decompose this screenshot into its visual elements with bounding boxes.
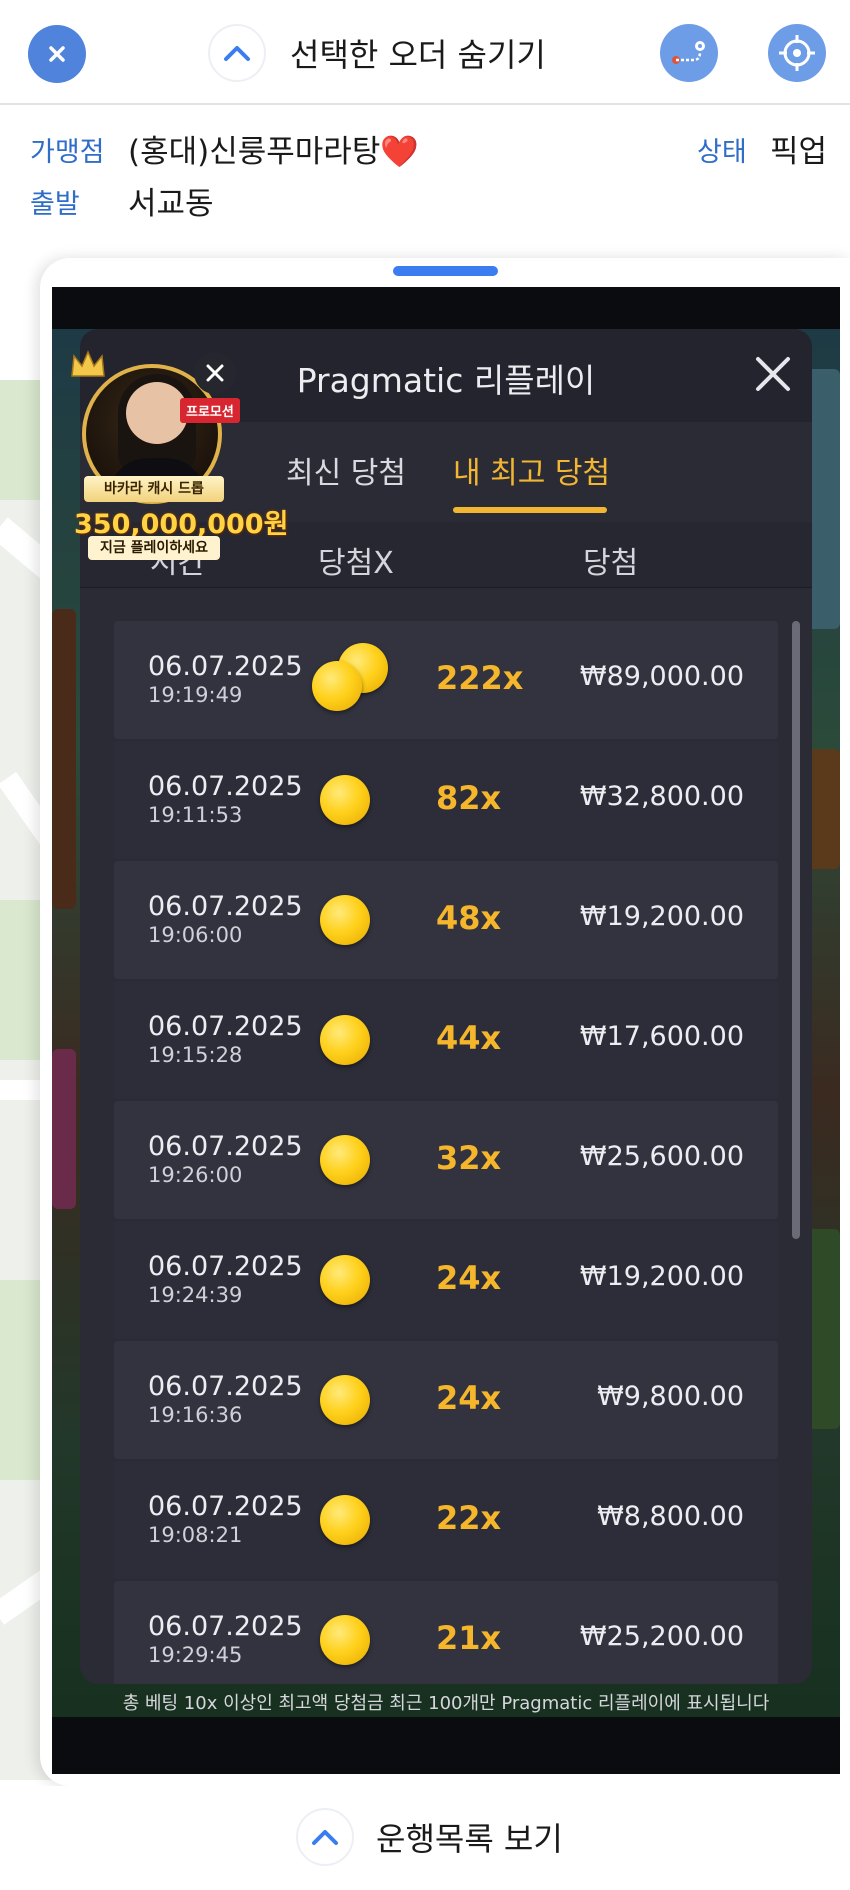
row-multiplier: 24x <box>436 1259 502 1297</box>
promo-badge[interactable]: 프로모션 바카라 캐시 드롭 350,000,000원 지금 플레이하세요 <box>70 350 288 562</box>
sheet-drag-handle[interactable] <box>393 266 498 276</box>
close-icon <box>49 46 65 62</box>
row-date: 06.07.2025 <box>148 1131 303 1162</box>
active-tab-indicator <box>453 507 607 513</box>
table-row[interactable]: 06.07.2025 19:19:49 222x ₩89,000.00 <box>114 621 778 739</box>
close-icon <box>206 364 224 382</box>
route-button[interactable] <box>660 24 718 82</box>
row-time: 19:24:39 <box>148 1283 243 1307</box>
coin-icon <box>320 1135 370 1185</box>
column-win: 당첨 <box>583 546 639 581</box>
replay-footnote: 총 베팅 10x 이상인 최고액 당첨금 최근 100개만 Pragmatic … <box>122 1693 770 1714</box>
table-row[interactable]: 06.07.2025 19:29:45 21x ₩25,200.00 <box>114 1581 778 1684</box>
row-amount: ₩89,000.00 <box>579 661 744 692</box>
depart-label: 출발 <box>30 189 80 220</box>
promo-title: 바카라 캐시 드롭 <box>84 476 224 502</box>
tab-my-best-wins[interactable]: 내 최고 당첨 <box>453 448 610 492</box>
row-multiplier: 222x <box>436 659 524 697</box>
table-row[interactable]: 06.07.2025 19:26:00 32x ₩25,600.00 <box>114 1101 778 1219</box>
column-multiplier: 당첨X <box>318 546 394 581</box>
crosshair-icon <box>779 35 815 71</box>
table-row[interactable]: 06.07.2025 19:08:21 22x ₩8,800.00 <box>114 1461 778 1579</box>
depart-value: 서교동 <box>128 186 214 222</box>
coin-icon <box>320 775 370 825</box>
locate-button[interactable] <box>768 24 826 82</box>
coin-icon <box>312 661 362 711</box>
row-date: 06.07.2025 <box>148 1611 303 1642</box>
row-multiplier: 21x <box>436 1619 502 1657</box>
modal-close-button[interactable] <box>748 349 798 399</box>
trip-list-toggle[interactable] <box>296 1808 354 1866</box>
row-amount: ₩19,200.00 <box>579 1261 744 1292</box>
coin-icon <box>320 895 370 945</box>
merchant-value: (홍대)신룽푸마라탕❤️ <box>128 134 419 170</box>
promo-cta: 지금 플레이하세요 <box>88 536 220 560</box>
merchant-label: 가맹점 <box>30 137 105 168</box>
row-time: 19:06:00 <box>148 923 243 947</box>
row-amount: ₩8,800.00 <box>597 1501 744 1532</box>
tab-latest-wins[interactable]: 최신 당첨 <box>286 448 406 492</box>
row-time: 19:16:36 <box>148 1403 243 1427</box>
coin-icon <box>320 1375 370 1425</box>
row-date: 06.07.2025 <box>148 1491 303 1522</box>
table-row[interactable]: 06.07.2025 19:06:00 48x ₩19,200.00 <box>114 861 778 979</box>
coin-icon <box>320 1615 370 1665</box>
chevron-up-icon <box>224 46 250 61</box>
row-date: 06.07.2025 <box>148 771 303 802</box>
promo-tag: 프로모션 <box>180 398 240 423</box>
route-icon <box>672 41 705 64</box>
row-time: 19:29:45 <box>148 1643 243 1667</box>
row-time: 19:08:21 <box>148 1523 243 1547</box>
row-amount: ₩17,600.00 <box>579 1021 744 1052</box>
row-date: 06.07.2025 <box>148 891 303 922</box>
row-amount: ₩19,200.00 <box>579 901 744 932</box>
row-multiplier: 24x <box>436 1379 502 1417</box>
row-date: 06.07.2025 <box>148 1251 303 1282</box>
row-date: 06.07.2025 <box>148 1371 303 1402</box>
row-amount: ₩32,800.00 <box>579 781 744 812</box>
promo-close-button[interactable] <box>194 352 236 394</box>
trip-list-label[interactable]: 운행목록 보기 <box>376 1814 563 1860</box>
row-time: 19:15:28 <box>148 1043 243 1067</box>
top-bar: 선택한 오더 숨기기 <box>0 0 850 105</box>
row-amount: ₩9,800.00 <box>597 1381 744 1412</box>
close-icon <box>756 357 790 391</box>
coin-icon <box>320 1255 370 1305</box>
row-multiplier: 44x <box>436 1019 502 1057</box>
row-multiplier: 48x <box>436 899 502 937</box>
row-date: 06.07.2025 <box>148 1011 303 1042</box>
row-time: 19:19:49 <box>148 683 243 707</box>
chevron-up-icon <box>312 1830 338 1845</box>
hide-order-label[interactable]: 선택한 오더 숨기기 <box>290 30 546 76</box>
list-scrollbar[interactable] <box>792 621 800 1239</box>
coin-icon <box>320 1015 370 1065</box>
row-date: 06.07.2025 <box>148 651 303 682</box>
row-multiplier: 22x <box>436 1499 502 1537</box>
close-button[interactable] <box>28 25 86 83</box>
table-row[interactable]: 06.07.2025 19:24:39 24x ₩19,200.00 <box>114 1221 778 1339</box>
table-row[interactable]: 06.07.2025 19:16:36 24x ₩9,800.00 <box>114 1341 778 1459</box>
status-value: 픽업 <box>770 134 828 170</box>
row-time: 19:26:00 <box>148 1163 243 1187</box>
row-amount: ₩25,200.00 <box>579 1621 744 1652</box>
bottom-bar: 운행목록 보기 <box>0 1786 850 1890</box>
row-multiplier: 82x <box>436 779 502 817</box>
status-label: 상태 <box>697 137 747 168</box>
table-row[interactable]: 06.07.2025 19:15:28 44x ₩17,600.00 <box>114 981 778 1099</box>
hide-order-toggle[interactable] <box>208 24 266 82</box>
table-row[interactable]: 06.07.2025 19:11:53 82x ₩32,800.00 <box>114 741 778 859</box>
row-amount: ₩25,600.00 <box>579 1141 744 1172</box>
row-multiplier: 32x <box>436 1139 502 1177</box>
row-time: 19:11:53 <box>148 803 243 827</box>
coin-icon <box>320 1495 370 1545</box>
crown-icon <box>71 350 105 377</box>
